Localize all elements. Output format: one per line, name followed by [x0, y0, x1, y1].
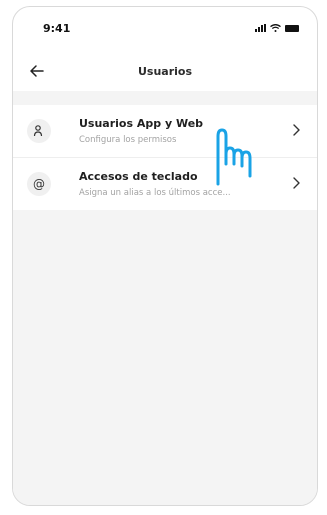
settings-list: Usuarios App y Web Configura los permiso…	[13, 105, 317, 210]
item-title: Accesos de teclado	[79, 170, 198, 183]
chevron-right-icon	[293, 177, 300, 189]
users-icon	[27, 119, 51, 143]
signal-icon	[255, 24, 266, 32]
item-subtitle: Configura los permisos	[79, 135, 177, 145]
wifi-icon	[270, 24, 281, 32]
item-subtitle: Asigna un alias a los últimos acce...	[79, 188, 231, 198]
status-icons	[255, 24, 299, 32]
battery-icon	[285, 24, 299, 32]
status-bar: 9:41	[13, 7, 317, 47]
chevron-right-icon	[293, 124, 300, 136]
list-item-accesos-teclado[interactable]: @ Accesos de teclado Asigna un alias a l…	[13, 158, 317, 210]
at-sign-icon: @	[27, 172, 51, 196]
phone-frame: 9:41 Usuarios Usuarios App y Web Configu…	[12, 6, 318, 506]
list-item-usuarios-app-web[interactable]: Usuarios App y Web Configura los permiso…	[13, 105, 317, 158]
header-bar: Usuarios	[13, 51, 317, 91]
pointing-hand-icon	[216, 128, 252, 186]
status-time: 9:41	[43, 22, 71, 35]
item-title: Usuarios App y Web	[79, 117, 204, 130]
page-title: Usuarios	[137, 65, 193, 78]
content-area: Usuarios App y Web Configura los permiso…	[13, 91, 317, 505]
